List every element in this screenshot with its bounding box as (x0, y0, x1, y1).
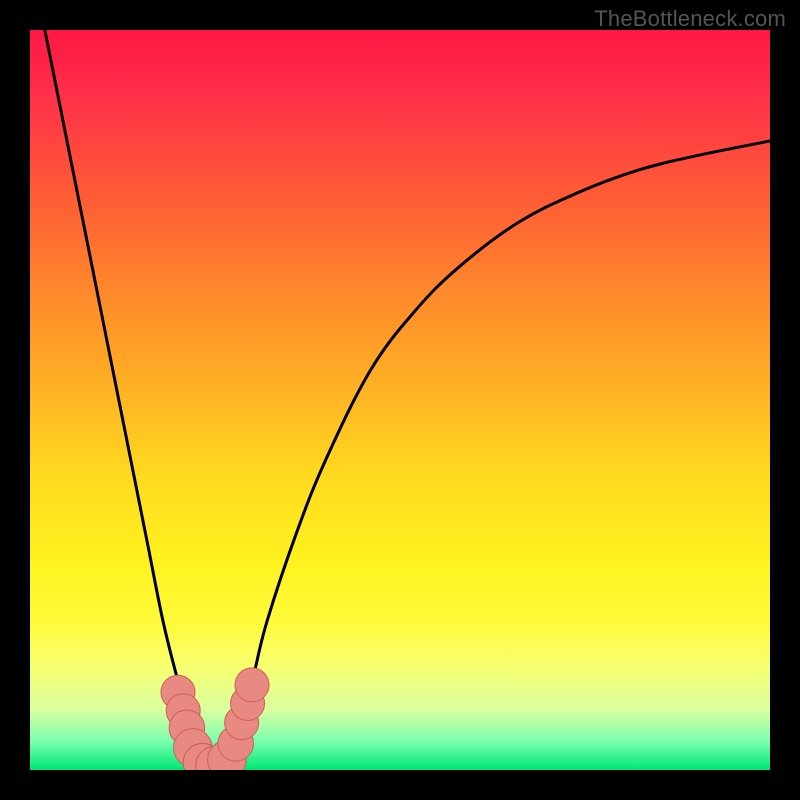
marker-layer (161, 668, 269, 770)
curve-marker (235, 668, 269, 702)
attribution-text: TheBottleneck.com (594, 6, 786, 32)
bottleneck-curve (30, 30, 770, 770)
plot-area (30, 30, 770, 770)
curve-svg (30, 30, 770, 770)
chart-frame: TheBottleneck.com (0, 0, 800, 800)
